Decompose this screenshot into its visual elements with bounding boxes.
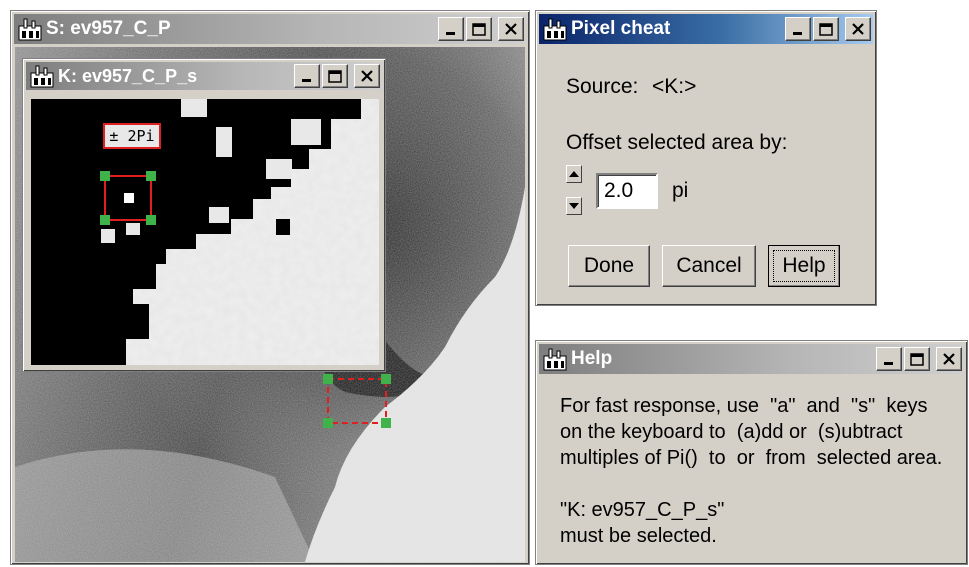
source-value: <K:> [652, 75, 697, 98]
arrow-down-icon [569, 203, 579, 209]
arrow-up-icon [569, 171, 579, 177]
help-window[interactable]: Help For fast response, use "a" and "s" … [535, 340, 968, 565]
k-image-titlebar[interactable]: K: ev957_C_P_s [26, 62, 382, 90]
close-button[interactable] [498, 17, 524, 41]
s-image-title: S: ev957_C_P [46, 18, 171, 39]
help-line: multiples of Pi() to or from selected ar… [560, 447, 943, 469]
close-icon [943, 353, 955, 365]
close-icon [505, 23, 517, 35]
minimize-button[interactable] [785, 17, 811, 41]
help-button[interactable]: Help [768, 245, 840, 287]
pixel-cheat-title: Pixel cheat [571, 18, 671, 39]
close-button[interactable] [936, 347, 962, 371]
help-title: Help [571, 348, 613, 369]
app-icon [30, 64, 54, 88]
pixel-cheat-dialog[interactable]: Pixel cheat Source: <K:> Offset selected… [535, 10, 877, 306]
maximize-icon [472, 22, 486, 36]
minimize-icon [884, 362, 893, 365]
pixel-cheat-titlebar[interactable]: Pixel cheat [539, 14, 873, 44]
minimize-icon [446, 32, 455, 35]
close-button[interactable] [845, 17, 871, 41]
help-line: For fast response, use "a" and "s" keys [560, 395, 928, 417]
maximize-button[interactable] [466, 17, 492, 41]
k-image-title: K: ev957_C_P_s [58, 65, 198, 86]
close-button[interactable] [354, 64, 380, 88]
help-line: on the keyboard to (a)dd or (s)ubtract [560, 421, 903, 443]
minimize-button[interactable] [876, 347, 902, 371]
cancel-button[interactable]: Cancel [662, 245, 756, 287]
close-icon [361, 70, 373, 82]
minimize-icon [302, 79, 311, 82]
k-image-window[interactable]: K: ev957_C_P_s ± 2Pi [22, 58, 386, 372]
offset-input[interactable] [596, 173, 658, 209]
roi-label: ± 2Pi [103, 123, 161, 149]
maximize-icon [910, 352, 924, 366]
help-titlebar[interactable]: Help [539, 344, 964, 374]
source-label: Source: [566, 75, 639, 98]
maximize-icon [328, 69, 342, 83]
s-image-titlebar[interactable]: S: ev957_C_P [14, 14, 526, 44]
close-icon [852, 23, 864, 35]
maximize-button[interactable] [904, 347, 930, 371]
minimize-button[interactable] [438, 17, 464, 41]
minimize-button[interactable] [294, 64, 320, 88]
maximize-button[interactable] [813, 17, 839, 41]
app-icon [18, 17, 42, 41]
maximize-button[interactable] [322, 64, 348, 88]
app-icon [543, 17, 567, 41]
app-icon [543, 347, 567, 371]
offset-label: Offset selected area by: [566, 131, 788, 154]
maximize-icon [819, 22, 833, 36]
k-image-canvas[interactable]: ± 2Pi [31, 99, 379, 365]
spin-down-button[interactable] [566, 197, 582, 215]
minimize-icon [793, 32, 802, 35]
help-line: "K: ev957_C_P_s" [560, 499, 725, 521]
done-button[interactable]: Done [568, 245, 650, 287]
spin-up-button[interactable] [566, 165, 582, 183]
help-line: must be selected. [560, 525, 717, 547]
offset-unit: pi [672, 179, 689, 202]
